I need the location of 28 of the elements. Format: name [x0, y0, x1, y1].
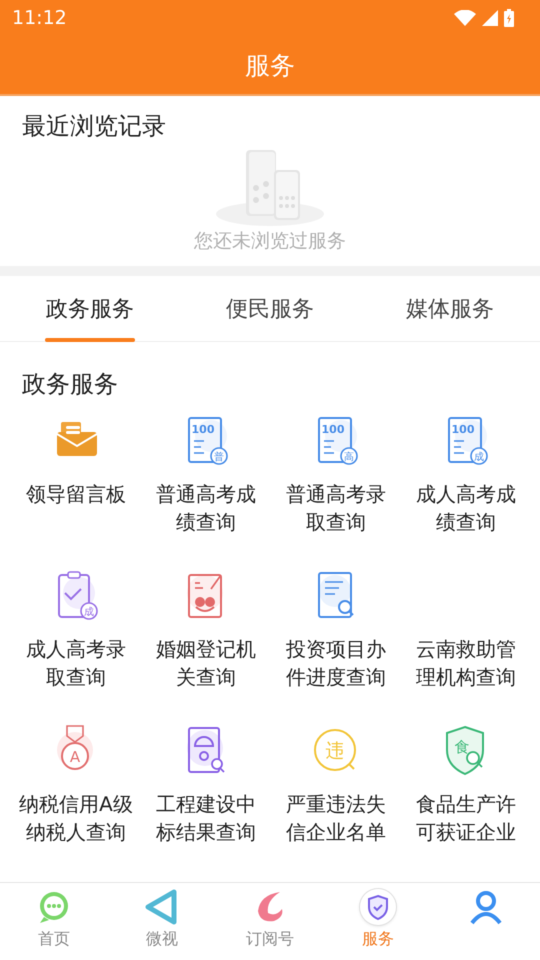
section-title: 政务服务 [21, 369, 119, 400]
wifi-icon [454, 10, 476, 26]
service-label[interactable]: 投资项目办件进度查询 [279, 635, 393, 691]
service-label[interactable]: 云南救助管理机构查询 [409, 635, 523, 691]
service-label[interactable]: 成人高考成绩查询 [409, 480, 523, 536]
nav-tab[interactable]: 订阅号 [216, 883, 324, 960]
section-title: 最近浏览记录 [22, 111, 166, 142]
nav-tab[interactable]: 微视 [108, 883, 216, 960]
service-label[interactable]: 婚姻登记机关查询 [149, 635, 263, 691]
shield-check-icon [360, 889, 396, 925]
empty-message: 您还未浏览过服务 [194, 229, 346, 254]
service-label[interactable]: 普通高考录取查询 [279, 480, 393, 536]
status-time: 11:12 [12, 7, 67, 29]
service-tab[interactable]: 便民服务 [180, 276, 360, 341]
service-tab[interactable]: 媒体服务 [360, 276, 540, 341]
service-label[interactable]: 领导留言板 [19, 480, 133, 508]
service-label[interactable]: 食品生产许可获证企业 [409, 790, 523, 846]
service-label[interactable]: 严重违法失信企业名单 [279, 790, 393, 846]
person-icon [468, 889, 504, 925]
service-label[interactable]: 纳税信用A级纳税人查询 [19, 790, 133, 846]
page-title: 服务 [245, 50, 295, 82]
nav-tab[interactable]: 首页 [0, 883, 108, 960]
service-label[interactable]: 普通高考成绩查询 [149, 480, 263, 536]
service-label[interactable]: 工程建设中标结果查询 [149, 790, 263, 846]
service-tab[interactable]: 政务服务 [0, 276, 180, 341]
signal-icon [482, 10, 498, 26]
battery-icon [504, 9, 514, 27]
service-label[interactable]: 成人高考录取查询 [19, 635, 133, 691]
